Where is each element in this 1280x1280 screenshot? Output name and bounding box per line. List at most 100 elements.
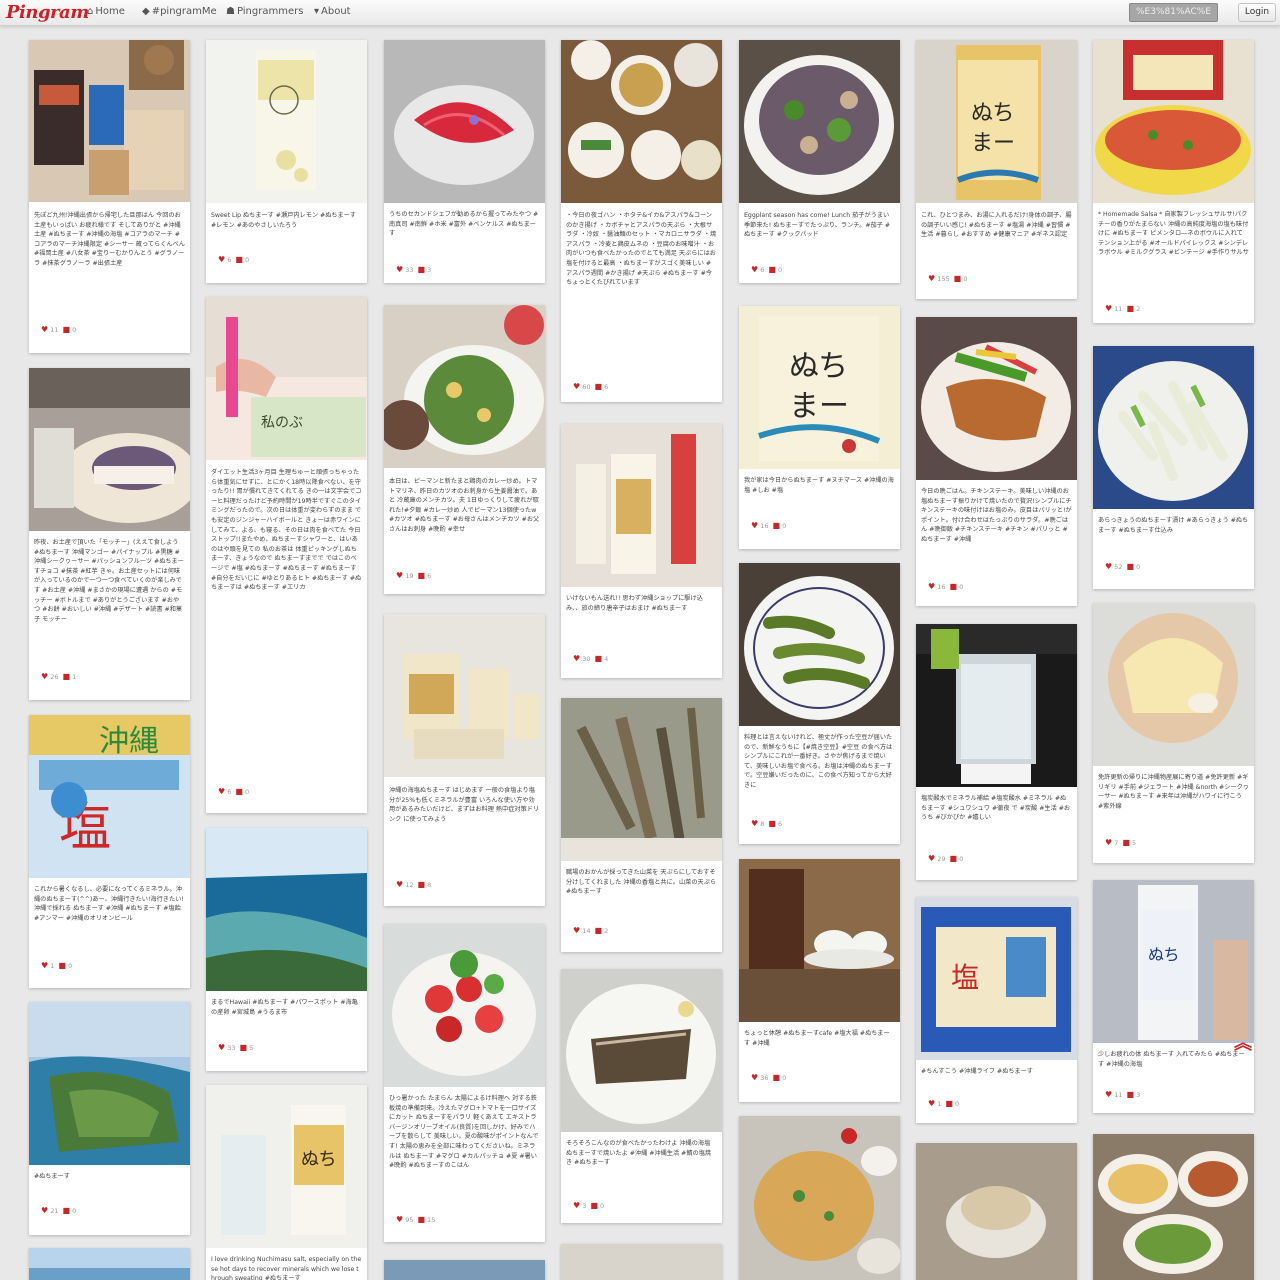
pin-image[interactable] bbox=[384, 614, 545, 777]
nav-about-label: About bbox=[321, 6, 351, 17]
pin-image[interactable] bbox=[916, 624, 1077, 787]
pin-caption: そろそろこんなのが食べたかったわけよ 沖縄の海塩 ぬちまーすで焼いたよ #沖縄 … bbox=[566, 1140, 712, 1167]
pin-image[interactable] bbox=[206, 828, 367, 991]
pin-image[interactable] bbox=[29, 368, 190, 531]
login-button[interactable]: Login bbox=[1238, 3, 1276, 22]
pin-card[interactable]: 塩 #ちんすこう #沖縄ライフ #ぬちまーす ♥ 1 ■ 0 bbox=[916, 897, 1077, 1123]
pin-image[interactable] bbox=[1093, 1134, 1254, 1280]
pin-image[interactable]: 沖縄塩 bbox=[29, 715, 190, 878]
pin-card[interactable]: ・今日の夜ゴハン ・ホタテ&イカ&アスパラ&コーンのかき揚げ ・カボチャとアスパ… bbox=[561, 40, 722, 402]
pin-card[interactable]: 先ぽど九州!沖縄出張から帰宅した旦那はん 今回のお土産もいっぱい お疲れ様です … bbox=[29, 40, 190, 353]
pin-card[interactable] bbox=[739, 1116, 900, 1280]
pin-image[interactable]: ぬち bbox=[206, 1085, 367, 1248]
pin-card[interactable]: ちょっと休憩 #ぬちまーすcafe #塩大福 #ぬちまーす #沖縄 ♥ 36 ■ … bbox=[739, 859, 900, 1102]
pin-card[interactable]: ぬち まー 我が家は今日からぬちまーす #ヌチマース #沖縄の海塩 #しお #塩 … bbox=[739, 306, 900, 549]
pin-card[interactable]: ぬち まー これ、ひとつまみ、お湯に入れるだけ!身体の調子、腸の調子いい感じ! #… bbox=[916, 40, 1077, 299]
pin-image[interactable] bbox=[916, 317, 1077, 480]
pin-caption: まるでHawaii #ぬちまーす #パワースポット #海亀の産卵 #宮城島 #う… bbox=[211, 999, 358, 1016]
like-count: 6 bbox=[760, 266, 765, 274]
pin-card[interactable]: 料理とは言えないけれど、極丈が作った空豆が届いたので、新鮮なうちに【#焼き空豆】… bbox=[739, 563, 900, 844]
pin-card[interactable]: ぬち 少しお疲れの体 ぬちまーす 入れてみたら #ぬちまーす #沖縄の海塩 ♥ … bbox=[1093, 880, 1254, 1113]
comment-icon: ■ bbox=[417, 1215, 426, 1224]
pin-image[interactable] bbox=[1093, 346, 1254, 509]
pin-image[interactable] bbox=[916, 1143, 1077, 1280]
pingram-logo[interactable]: Pingram bbox=[6, 2, 89, 23]
nav-pingrammers-link[interactable]: ☗ Pingrammers bbox=[226, 6, 303, 17]
pin-card[interactable]: あらっきょうのぬちまーす漬け #あらっきょう #ぬちまーす #ぬちまーす仕込み … bbox=[1093, 346, 1254, 589]
heart-icon: ♥ bbox=[41, 1206, 49, 1215]
pin-image[interactable]: ぬち まー bbox=[916, 40, 1077, 203]
pin-card[interactable]: 沖縄塩 これから暑くなるし、必要になってくるミネラル。沖縄のぬちまーす(^^)あ… bbox=[29, 715, 190, 988]
pin-image[interactable]: 塩 bbox=[916, 897, 1077, 1060]
heart-icon: ♥ bbox=[1105, 562, 1113, 571]
pin-image[interactable]: 私のぶ bbox=[206, 297, 367, 460]
pin-image[interactable] bbox=[1093, 40, 1254, 203]
pin-card[interactable] bbox=[29, 1248, 190, 1280]
pin-image[interactable] bbox=[561, 1244, 722, 1280]
pin-card[interactable]: ぬち I love drinking Nuchimasu salt, espec… bbox=[206, 1085, 367, 1280]
pin-card[interactable]: うちのセカンドシェフが勧めるから握ってみたやつ #南真司 #南鮮 #ホ米 #富外… bbox=[384, 40, 545, 283]
heart-icon: ♥ bbox=[396, 880, 404, 889]
pin-caption: 料理とは言えないけれど、極丈が作った空豆が届いたので、新鮮なうちに【#焼き空豆】… bbox=[744, 734, 893, 789]
pin-image[interactable] bbox=[206, 40, 367, 203]
pin-card[interactable]: 免許更新の帰りに沖縄物産展に寄り道 #免許更新 #ギリギリ #手前 #ジェラート… bbox=[1093, 603, 1254, 863]
pin-image[interactable] bbox=[739, 1116, 900, 1280]
nav-about-dropdown[interactable]: ▾ About bbox=[314, 6, 351, 17]
pin-image[interactable] bbox=[739, 40, 900, 203]
pin-caption: 沖縄の海塩ぬちまーす はじめます 一般の食塩より塩分が25%も低くミネラルが豊富… bbox=[389, 787, 540, 823]
pin-card[interactable] bbox=[561, 1244, 722, 1280]
comment-count: 0 bbox=[963, 275, 968, 283]
pin-image[interactable]: ぬち まー bbox=[739, 306, 900, 469]
heart-icon: ♥ bbox=[751, 819, 759, 828]
comment-icon: ■ bbox=[1126, 1090, 1135, 1099]
pin-card[interactable]: 塩炭酸水でミネラル補給 #塩炭酸水 #ミネラル #ぬちまーす #シュワシュワ #… bbox=[916, 624, 1077, 880]
pin-image[interactable] bbox=[384, 1260, 545, 1280]
pin-image[interactable] bbox=[384, 40, 545, 203]
pin-card[interactable]: そろそろこんなのが食べたかったわけよ 沖縄の海塩 ぬちまーすで焼いたよ #沖縄 … bbox=[561, 969, 722, 1223]
pin-card[interactable] bbox=[1093, 1134, 1254, 1280]
nav-pingramme-link[interactable]: ◆ #pingramMe bbox=[142, 6, 217, 17]
pin-caption: #ちんすこう #沖縄ライフ #ぬちまーす bbox=[921, 1068, 1033, 1075]
pin-card[interactable]: いけないもん送れ!! 思わず沖縄ショップに駆け込み、、旅の締り唐辛子はおまけ #… bbox=[561, 424, 722, 678]
pin-image[interactable] bbox=[384, 924, 545, 1087]
like-count: 6 bbox=[227, 256, 232, 264]
pin-card[interactable]: 本日は、ピーマンと新たまと鶏肉のカレー炒め。トマトマリネ、昨日のカツオのお刺身か… bbox=[384, 305, 545, 594]
pin-card[interactable]: 私のぶ ダイエット生活3ヶ月目 生理ちゅーと頑張っちゃったら体重気にせずに、とに… bbox=[206, 297, 367, 813]
chevron-up-icon[interactable]: ︽ bbox=[1234, 1035, 1252, 1053]
pin-card[interactable]: 職場のおかんが採ってきた山菜を 天ぷらにしておすそ分けしてくれました 沖縄の香塩… bbox=[561, 698, 722, 952]
pin-image[interactable] bbox=[1093, 603, 1254, 766]
pin-card[interactable]: Eggplant season has come! Lunch 茄子がうまい季節… bbox=[739, 40, 900, 283]
comment-count: 6 bbox=[427, 572, 432, 580]
comment-count: 0 bbox=[778, 266, 783, 274]
comment-count: 8 bbox=[427, 881, 432, 889]
pin-card[interactable] bbox=[384, 1260, 545, 1280]
pin-image[interactable] bbox=[29, 1002, 190, 1165]
pin-caption: ダイエット生活3ヶ月目 生理ちゅーと頑張っちゃったら体重気にせずに、とにかく18… bbox=[211, 469, 362, 592]
pin-card[interactable]: まるでHawaii #ぬちまーす #パワースポット #海亀の産卵 #宮城島 #う… bbox=[206, 828, 367, 1071]
pin-image[interactable] bbox=[384, 305, 545, 468]
nav-home-label: Home bbox=[95, 6, 125, 17]
pin-image[interactable] bbox=[29, 40, 190, 202]
comment-icon: ■ bbox=[949, 582, 958, 591]
pin-image[interactable] bbox=[739, 563, 900, 726]
pin-card[interactable]: #ぬちまーす ♥ 21 ■ 0 bbox=[29, 1002, 190, 1235]
heart-icon: ♥ bbox=[41, 672, 49, 681]
pin-image[interactable] bbox=[739, 859, 900, 1022]
pin-image[interactable] bbox=[29, 1248, 190, 1280]
pin-image[interactable]: ぬち bbox=[1093, 880, 1254, 1043]
pin-card[interactable]: 昨夜、お土産で頂いた「モッチー」(ええて食しよう #ぬちまーす 沖縄マンゴー #… bbox=[29, 368, 190, 700]
pin-card[interactable]: 今日の晩ごはん。チキンステーキ。美味しい沖縄のお塩ぬちまーす振りかけて焼いたので… bbox=[916, 317, 1077, 606]
pin-image[interactable] bbox=[561, 698, 722, 861]
pin-image[interactable] bbox=[561, 969, 722, 1132]
pin-card[interactable]: 沖縄の海塩ぬちまーす はじめます 一般の食塩より塩分が25%も低くミネラルが豊富… bbox=[384, 614, 545, 906]
nav-home-link[interactable]: ⌂ Home bbox=[87, 6, 125, 17]
pin-card[interactable] bbox=[916, 1143, 1077, 1280]
pin-image[interactable] bbox=[561, 40, 722, 203]
pin-card[interactable]: * Homemade Salsa * 自家製フレッシュサルサ!パクチーの香りがた… bbox=[1093, 40, 1254, 323]
pin-card[interactable]: Sweet Lip ぬちまーす #瀬戸内レモン #ぬちまーす #レモン #あのや… bbox=[206, 40, 367, 283]
search-box[interactable]: %E3%81%AC%E bbox=[1129, 3, 1218, 22]
pin-caption: Eggplant season has come! Lunch 茄子がうまい季節… bbox=[744, 212, 891, 239]
pin-image[interactable] bbox=[561, 424, 722, 587]
heart-icon: ♥ bbox=[218, 255, 226, 264]
pin-card[interactable]: ひっ暑かった たまらん 太陽によるけ料理へ 対する鉄板焼の準備到来。冷えたマグロ… bbox=[384, 924, 545, 1242]
